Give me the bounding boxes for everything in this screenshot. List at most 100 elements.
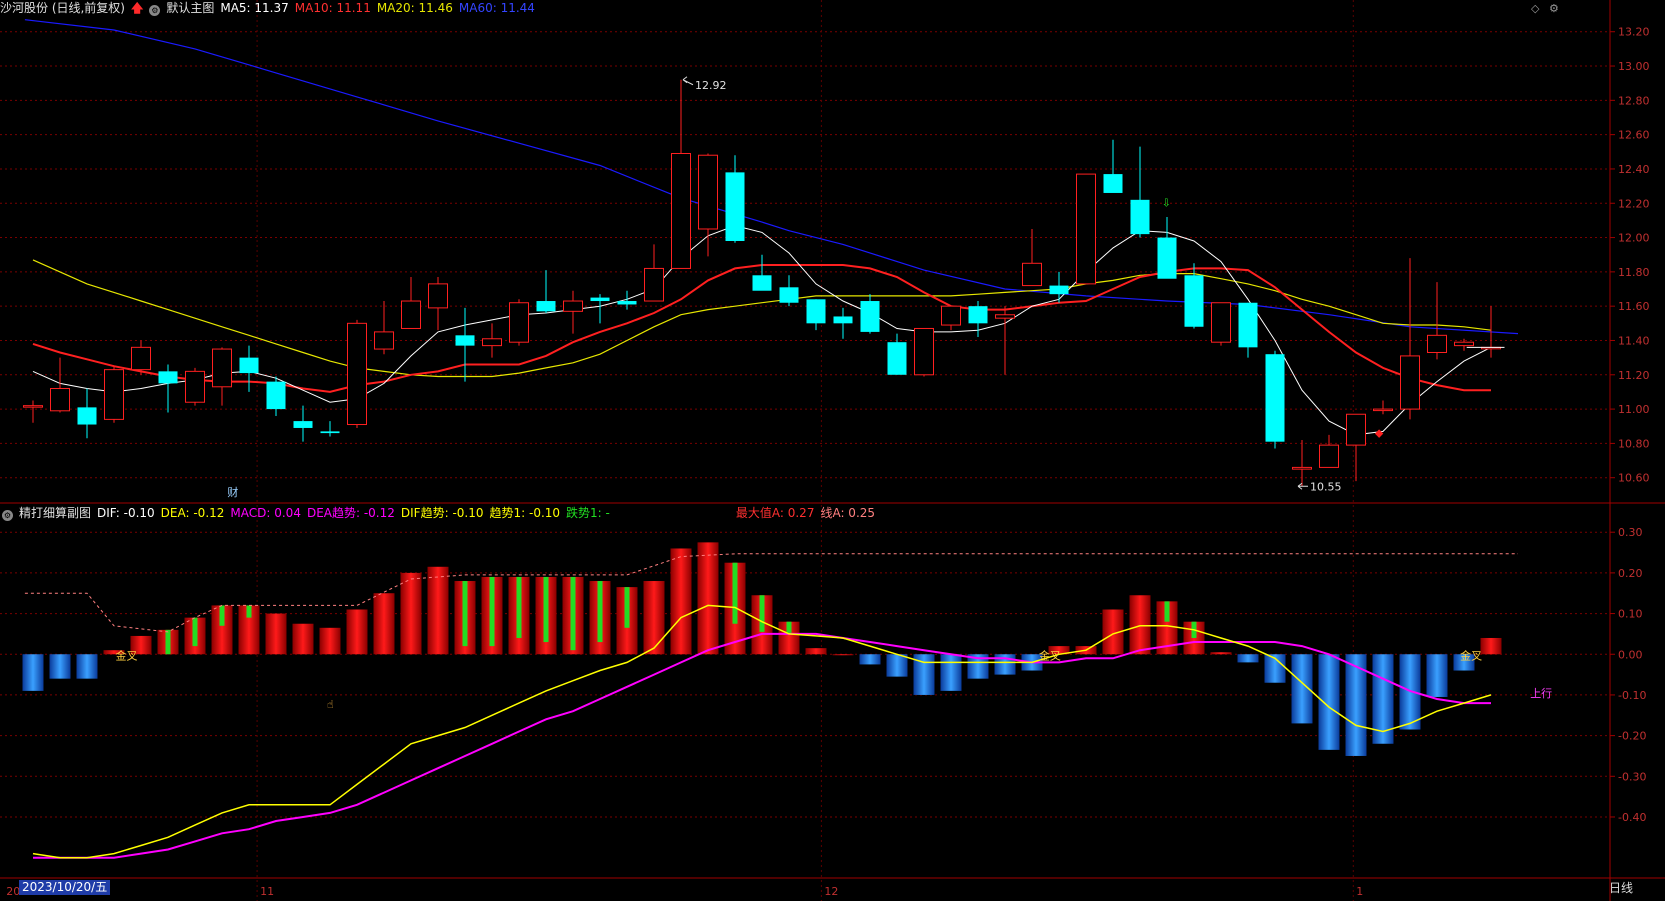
macd-bar-positive [373,593,395,655]
macd-bar-positive [292,623,314,655]
y-tick-label: 12.20 [1618,197,1650,210]
y-tick-label: 11.60 [1618,300,1650,313]
candle-body-up [563,300,583,312]
candle-body-up [347,322,367,426]
y-tick-label: 0.20 [1618,567,1643,580]
cursor-date: 2023/10/20/五 [19,880,111,895]
high-pointer [682,76,694,86]
candle-body-down [833,316,853,324]
y-tick-label: -0.10 [1618,689,1646,702]
candle-body-up [1454,341,1474,347]
macd-inner-bar [462,581,468,647]
ma5-label: MA5: 11.37 [220,1,289,15]
candle-body-down [239,357,259,374]
y-tick-label: 13.20 [1618,26,1650,39]
max-a-label: 最大值A: 0.27 [735,506,815,520]
candle-body-down [1184,275,1204,327]
macd-inner-bar [1164,601,1170,622]
golden-cross-label: 金叉 [116,648,138,662]
ma10-label: MA10: 11.11 [294,1,371,15]
mouse-cursor-icon: ☝ [327,698,334,711]
macd-bar-positive [1210,652,1232,655]
candle-body-up [374,331,394,350]
macd-bar-negative [49,654,71,679]
candle-body-up [1076,173,1096,285]
macd-inner-bar [543,576,549,643]
month-label: 12 [824,885,838,898]
macd-inner-bar [732,562,738,624]
macd-bar-negative [76,654,98,679]
macd-inner-bar [489,576,495,647]
y-tick-label: 0.30 [1618,526,1643,539]
stock-chart[interactable]: 13.20 13.00 12.80 12.60 12.40 12.20 12.00 11.80… [0,0,1665,901]
candle-body-down [293,421,313,428]
y-tick-label: 12.40 [1618,163,1650,176]
macd-inner-bar [570,576,576,651]
indicator-name[interactable]: 精打细算副图 [19,506,91,520]
trend1-label: 趋势1: -0.10 [489,506,561,520]
low-value-label: 10.55 [1310,480,1342,493]
macd-bar-negative [940,654,962,691]
macd-inner-bar [624,587,630,628]
golden-cross-label: 金叉 [1039,648,1061,662]
macd-inner-bar [192,617,198,647]
candle-body-down [1130,199,1150,235]
macd-bar-positive [1129,595,1151,655]
candle-body-up [671,153,691,269]
candle-body-up [1022,262,1042,287]
candle-body-down [1265,354,1285,442]
template-name[interactable]: 默认主图 [166,1,214,15]
settings-gear-icon[interactable]: ⚙ [1549,2,1559,15]
candle-body-up [941,305,961,326]
macd-bar-positive [697,542,719,655]
macd-bar-positive [319,627,341,655]
candle-body-down [968,306,988,324]
candle-body-down [860,301,880,332]
finance-marker: 财 [227,485,238,499]
candle-body-down [1103,174,1123,193]
candle-body-down [725,172,745,241]
macd-inner-bar [597,581,603,643]
macd-bar-negative [886,654,908,677]
sub-chart-header: ⚙ 精打细算副图 DIF: -0.10 DEA: -0.12 MACD: 0.04 DEA… [0,505,881,521]
low-pointer [1297,482,1308,490]
down-arrow-signal: ⇩ [1162,197,1171,210]
candle-body-down [617,301,637,305]
macd-bar-positive [427,566,449,655]
period-selector[interactable]: 日线 [1609,879,1633,896]
candle-body-up [482,338,502,347]
macd-bar-positive [670,548,692,655]
candle-body-up [698,154,718,230]
indicator-settings-icon[interactable]: ⚙ [2,510,13,521]
settings-icon[interactable]: ⚙ [149,5,161,16]
candle-body-up [131,346,151,371]
y-tick-label: -0.40 [1618,811,1646,824]
golden-cross-label: 金叉 [1460,648,1482,662]
diamond-icon[interactable]: ◇ [1531,2,1539,15]
stock-name[interactable]: 沙河股份 (日线,前复权) [0,1,125,15]
candle-body-up [995,314,1015,319]
candle-body-up [50,388,70,412]
macd-bar-negative [1426,654,1448,697]
macd-inner-bar [516,576,522,638]
macd-bar-negative [859,654,881,665]
candle-body-down [320,431,340,434]
candle-body-down [590,297,610,302]
macd-bar-positive [805,648,827,655]
candle-body-up [1319,444,1339,468]
macd-inner-bar [759,595,765,632]
macd-bar-positive [832,654,854,656]
macd-bar-negative [1237,654,1259,663]
candle-body-up [1373,408,1393,412]
macd-inner-bar [219,605,225,626]
dif-trend-label: DIF趋势: -0.10 [400,506,484,520]
candle-body-up [401,300,421,329]
macd-bar-negative [22,654,44,691]
y-tick-label: 0.10 [1618,608,1643,621]
candle-body-down [536,301,556,312]
candle-body-down [806,299,826,324]
candle-body-down [779,287,799,303]
candle-body-up [212,348,232,388]
candle-body-down [158,371,178,384]
line-a-label: 线A: 0.25 [820,506,876,520]
